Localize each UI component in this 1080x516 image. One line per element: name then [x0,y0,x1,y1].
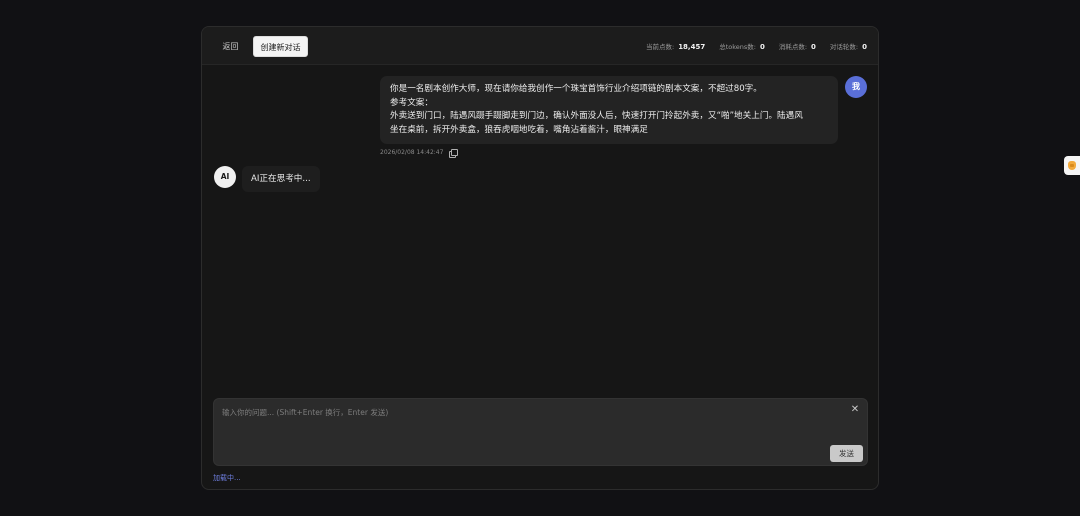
back-button[interactable]: 返回 [214,37,247,57]
ai-avatar: AI [214,166,236,188]
user-avatar: 我 [845,76,867,98]
user-message-line: 外卖送到门口，陆遇风蹑手蹑脚走到门边，确认外面没人后，快速打开门拎起外卖，又“啪… [390,111,803,121]
copy-icon[interactable] [449,149,459,158]
stat-label: 对话轮数: [829,43,859,51]
hand-icon [1068,161,1076,170]
new-chat-button[interactable]: 创建新对话 [253,36,308,57]
stats-bar: 当前点数: 18,457 总tokens数: 0 消耗点数: 0 对话轮数: 0 [646,41,867,51]
user-message-bubble: 你是一名剧本创作大师，现在请你给我创作一个珠宝首饰行业介绍项链的剧本文案，不超过… [380,76,838,144]
stat-label: 总tokens数: [719,43,756,51]
user-message-line: 参考文案： [390,97,433,108]
stat-current-points: 当前点数: 18,457 [646,41,705,51]
user-message-line: 你是一名剧本创作大师，现在请你给我创作一个珠宝首饰行业介绍项链的剧本文案，不超过… [390,84,762,94]
chat-window: 返回 创建新对话 当前点数: 18,457 总tokens数: 0 消耗点数: 0 对… [201,26,879,490]
stat-value: 0 [759,43,765,51]
stat-label: 消耗点数: [778,43,808,51]
stat-consumed-points: 消耗点数: 0 [779,41,816,51]
loading-status: 加载中... [213,474,241,482]
message-list[interactable]: 你是一名剧本创作大师，现在请你给我创作一个珠宝首饰行业介绍项链的剧本文案，不超过… [202,66,878,396]
top-bar: 返回 创建新对话 当前点数: 18,457 总tokens数: 0 消耗点数: 0 对… [202,27,878,65]
stat-value: 18,457 [678,43,706,51]
composer: ✕ 发送 [213,398,868,466]
message-input[interactable] [222,405,822,419]
stat-rounds: 对话轮数: 0 [830,41,867,51]
send-button[interactable]: 发送 [830,445,863,462]
side-helper-widget[interactable] [1064,156,1080,175]
message-meta: 2026/02/08 14:42:47 [380,149,459,158]
stat-value: 0 [811,43,816,51]
user-message-line: 坐在桌前，拆开外卖盒，狼吞虎咽地吃着，嘴角沾着酱汁，眼神满足 [390,124,648,135]
message-timestamp: 2026/02/08 14:42:47 [380,149,444,156]
stat-value: 0 [862,43,867,51]
stat-label: 当前点数: [645,43,675,51]
close-icon[interactable]: ✕ [850,405,860,415]
ai-thinking-bubble: AI正在思考中... [242,166,320,192]
stat-total-tokens: 总tokens数: 0 [719,41,765,51]
